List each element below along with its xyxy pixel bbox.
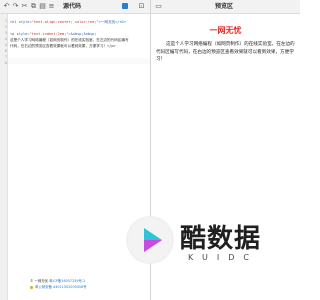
preview-title: 预览区	[215, 3, 234, 10]
run-button-icon[interactable]: ⊡	[137, 2, 146, 11]
play-logo-icon	[126, 216, 174, 264]
watermark-subtext: KUIDC	[188, 253, 258, 262]
auto-run-checkbox[interactable]	[122, 3, 128, 9]
police-badge-icon	[30, 285, 33, 289]
line-number: 4	[4, 37, 7, 41]
undo-icon[interactable]: ↶	[2, 2, 11, 11]
editor-toolbar: ↶ ↷ ✂ ⧉ ▤ ≡ 源代码 ⊡	[0, 0, 150, 14]
watermark-logo: 酷数据 KUIDC	[126, 216, 266, 266]
line-number: 7	[4, 55, 7, 59]
preview-heading: 一网无忧	[209, 26, 242, 35]
line-number: 5	[4, 43, 7, 47]
paste-icon[interactable]: ▤	[38, 2, 47, 11]
code-line-1[interactable]: <h1 style="text-align:center; color:red;…	[10, 19, 126, 25]
line-number: 8	[4, 61, 7, 65]
format-icon[interactable]: ≡	[47, 2, 56, 11]
line-number-gutter: 1 2 3 4 5 6 7 8	[0, 14, 8, 300]
active-line-highlight	[8, 58, 150, 64]
preview-paragraph: 这是个人学习网络编程（如网页制作）的在线实验室。在左边的代码区编写代码，在右边的…	[156, 42, 295, 62]
watermark-text: 酷数据	[180, 224, 262, 254]
editor-title: 源代码	[63, 3, 82, 10]
icp-link[interactable]: 粤ICP备16057259号-2	[49, 279, 85, 283]
line-number: 2	[4, 25, 7, 29]
copy-icon[interactable]: ⧉	[29, 2, 38, 11]
line-number: 3	[4, 31, 7, 35]
police-record-link[interactable]: 粤公网安备 44011502000456号	[35, 285, 87, 289]
code-line-5[interactable]: 代码，在右边的预览区查看效果就可以看到效果，方便学习！</p>	[10, 43, 116, 49]
redo-icon[interactable]: ↷	[11, 2, 20, 11]
tablet-icon[interactable]: ▭	[154, 2, 163, 11]
preview-toolbar: ▭ 预览区	[151, 0, 300, 14]
footer: © 一网无忧 粤ICP备16057259号-2 粤公网安备 4401150200…	[30, 278, 150, 290]
cut-icon[interactable]: ✂	[20, 2, 29, 11]
line-number: 6	[4, 49, 7, 53]
line-number: 1	[4, 19, 7, 23]
footer-line-2: 粤公网安备 44011502000456号	[30, 284, 150, 290]
